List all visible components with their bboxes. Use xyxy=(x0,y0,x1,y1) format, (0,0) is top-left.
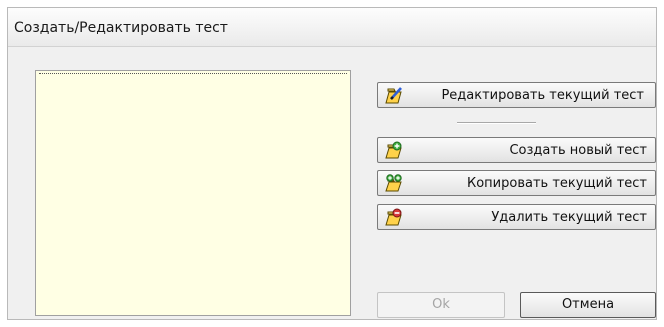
delete-test-label: Удалить текущий тест xyxy=(491,210,647,225)
document-delete-icon xyxy=(385,208,402,226)
document-add-icon xyxy=(385,141,402,159)
edit-test-button[interactable]: Редактировать текущий тест xyxy=(377,82,656,108)
document-edit-icon xyxy=(385,87,402,104)
delete-test-button[interactable]: Удалить текущий тест xyxy=(377,204,656,230)
document-copy-icon xyxy=(385,174,402,192)
copy-test-label: Копировать текущий тест xyxy=(466,176,647,191)
create-test-label: Создать новый тест xyxy=(509,143,647,158)
test-list[interactable] xyxy=(35,70,351,316)
dialog-window: Создать/Редактировать тест Редактировать… xyxy=(7,7,657,320)
title-bar: Создать/Редактировать тест xyxy=(8,8,656,47)
ok-button[interactable]: Ok xyxy=(377,292,505,318)
cancel-button[interactable]: Отмена xyxy=(520,292,656,318)
edit-test-label: Редактировать текущий тест xyxy=(441,88,644,103)
copy-test-button[interactable]: Копировать текущий тест xyxy=(377,170,656,196)
list-focus-indicator xyxy=(39,73,347,74)
separator-line xyxy=(457,122,536,124)
window-title: Создать/Редактировать тест xyxy=(14,20,228,36)
create-test-button[interactable]: Создать новый тест xyxy=(377,137,656,163)
